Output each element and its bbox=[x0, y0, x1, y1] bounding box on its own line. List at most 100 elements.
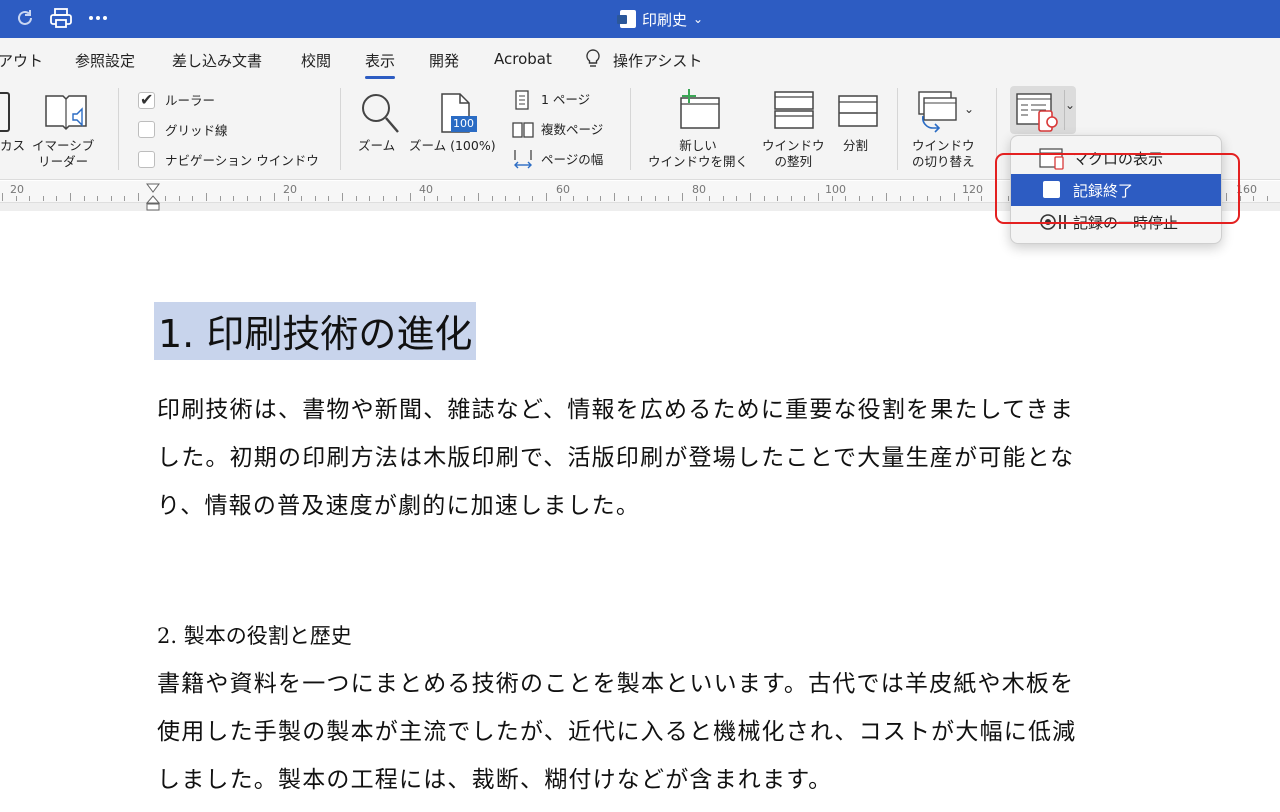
tab-developer[interactable]: 開発 bbox=[429, 50, 459, 71]
document-title[interactable]: 印刷史 ⌄ bbox=[617, 8, 703, 30]
ruler-tick bbox=[900, 196, 901, 201]
navigation-pane-checkbox[interactable] bbox=[138, 151, 155, 168]
gridlines-checkbox[interactable] bbox=[138, 121, 155, 138]
split-label[interactable]: 分割 bbox=[843, 138, 868, 154]
ruler-tick bbox=[233, 196, 234, 201]
indent-marker-icon[interactable] bbox=[145, 183, 161, 215]
ribbon-separator bbox=[340, 88, 341, 170]
ruler-tick bbox=[56, 196, 57, 201]
ruler-tick bbox=[940, 196, 941, 201]
ruler-number: 60 bbox=[556, 183, 570, 196]
new-window-label[interactable]: 新しい ウインドウを開く bbox=[648, 138, 748, 170]
ruler-tick bbox=[356, 196, 357, 201]
arrange-all-label[interactable]: ウインドウ の整列 bbox=[762, 138, 825, 170]
zoom-icon[interactable] bbox=[358, 90, 402, 140]
ruler-tick bbox=[274, 193, 275, 201]
ruler-tick bbox=[478, 193, 479, 201]
heading-2[interactable]: 2. 製本の役割と歴史 bbox=[157, 620, 352, 650]
immersive-reader-icon[interactable] bbox=[43, 92, 89, 138]
ruler-tick bbox=[492, 196, 493, 201]
tab-acrobat[interactable]: Acrobat bbox=[494, 50, 552, 68]
tab-view[interactable]: 表示 bbox=[365, 50, 396, 79]
macros-chevron-icon[interactable]: ⌄ bbox=[1065, 98, 1075, 112]
ruler-tick bbox=[29, 196, 30, 201]
paragraph-1[interactable]: 印刷技術は、書物や新聞、雑誌など、情報を広めるために重要な役割を果たしてきま し… bbox=[157, 386, 1167, 530]
switch-windows-icon[interactable] bbox=[915, 90, 961, 138]
focus-icon[interactable] bbox=[0, 92, 10, 132]
ruler-tick bbox=[111, 196, 112, 201]
one-page-label[interactable]: 1 ページ bbox=[541, 92, 590, 108]
redo-icon[interactable] bbox=[12, 6, 38, 30]
highlight-annotation bbox=[995, 153, 1240, 224]
switch-windows-chevron-icon[interactable]: ⌄ bbox=[964, 102, 974, 116]
ruler-tick bbox=[573, 196, 574, 201]
paragraph-line: しました。製本の工程には、裁断、糊付けなどが含まれます。 bbox=[157, 767, 833, 793]
ruler-tick bbox=[560, 196, 561, 201]
document-title-text: 印刷史 bbox=[642, 10, 688, 29]
macros-button[interactable]: ⌄ bbox=[1010, 86, 1076, 134]
ruler-tick bbox=[70, 193, 71, 201]
ruler-tick bbox=[410, 193, 411, 201]
ruler-tick bbox=[165, 196, 166, 201]
zoom-100-label[interactable]: ズーム (100%) bbox=[409, 138, 496, 154]
page-width-icon[interactable] bbox=[512, 148, 534, 174]
ruler-tick bbox=[859, 196, 860, 201]
tab-references[interactable]: 参照設定 bbox=[75, 50, 135, 71]
ruler-checkbox[interactable] bbox=[138, 90, 155, 109]
split-icon[interactable] bbox=[837, 94, 879, 132]
paragraph-line: した。初期の印刷方法は木版印刷で、活版印刷が登場したことで大量生産が可能とな bbox=[157, 445, 1075, 471]
paragraph-line: 書籍や資料を一つにまとめる技術のことを製本といいます。古代では羊皮紙や木板を bbox=[157, 671, 1075, 697]
switch-windows-label[interactable]: ウインドウ の切り替え bbox=[912, 138, 975, 170]
ruler-tick bbox=[84, 196, 85, 201]
zoom-label[interactable]: ズーム bbox=[358, 138, 395, 154]
multiple-pages-icon[interactable] bbox=[512, 122, 534, 142]
one-page-icon[interactable] bbox=[513, 90, 531, 114]
ruler-tick bbox=[954, 193, 955, 201]
print-icon[interactable] bbox=[48, 6, 74, 30]
ruler-tick bbox=[546, 193, 547, 201]
tab-layout[interactable]: アウト bbox=[0, 50, 43, 71]
ruler-number: 100 bbox=[825, 183, 846, 196]
immersive-reader-label[interactable]: イマーシブ リーダー bbox=[32, 138, 94, 170]
arrange-all-icon[interactable] bbox=[773, 90, 815, 134]
tab-mailings[interactable]: 差し込み文書 bbox=[172, 50, 262, 71]
paragraph-2[interactable]: 書籍や資料を一つにまとめる技術のことを製本といいます。古代では羊皮紙や木板を 使… bbox=[157, 660, 1167, 804]
ruler-tick bbox=[968, 196, 969, 201]
ruler-number: 20 bbox=[10, 183, 24, 196]
ruler-tick bbox=[288, 196, 289, 201]
ruler-number: 80 bbox=[692, 183, 706, 196]
word-icon bbox=[617, 10, 636, 28]
ruler-tick bbox=[777, 196, 778, 201]
ruler-label: ルーラー bbox=[165, 93, 216, 108]
page-width-label[interactable]: ページの幅 bbox=[541, 152, 603, 168]
multiple-pages-label[interactable]: 複数ページ bbox=[541, 122, 603, 138]
tab-tell-me[interactable]: 操作アシスト bbox=[613, 50, 702, 71]
focus-label[interactable]: カス bbox=[0, 138, 25, 154]
ruler-tick bbox=[655, 196, 656, 201]
ruler-tick bbox=[587, 196, 588, 201]
ribbon-separator bbox=[897, 88, 898, 170]
heading-1-selected[interactable]: 1. 印刷技術の進化 bbox=[154, 302, 477, 360]
ruler-tick bbox=[519, 196, 520, 201]
zoom-100-icon[interactable]: 100 bbox=[438, 92, 480, 138]
ruler-tick bbox=[369, 196, 370, 201]
ruler-tick bbox=[845, 196, 846, 201]
paragraph-line: 使用した手製の製本が主流でしたが、近代に入ると機械化され、コストが大幅に低減 bbox=[157, 719, 1077, 745]
document-canvas[interactable]: 1. 印刷技術の進化 印刷技術は、書物や新聞、雑誌など、情報を広めるために重要な… bbox=[0, 212, 1280, 812]
navigation-pane-label: ナビゲーション ウインドウ bbox=[165, 153, 319, 168]
ruler-tick bbox=[600, 196, 601, 201]
ruler-tick bbox=[532, 196, 533, 201]
tab-review[interactable]: 校閲 bbox=[301, 50, 331, 71]
ruler-tick bbox=[315, 196, 316, 201]
ruler-tick bbox=[2, 193, 3, 201]
lightbulb-icon bbox=[584, 48, 602, 74]
paragraph-line: り、情報の普及速度が劇的に加速しました。 bbox=[157, 493, 641, 519]
ruler-tick bbox=[464, 196, 465, 201]
ruler-tick bbox=[396, 196, 397, 201]
ruler-tick bbox=[192, 196, 193, 201]
ruler-tick bbox=[43, 196, 44, 201]
title-bar: 印刷史 ⌄ bbox=[0, 0, 1280, 38]
new-window-icon[interactable] bbox=[677, 88, 723, 134]
ruler-tick bbox=[247, 196, 248, 201]
more-icon[interactable] bbox=[85, 6, 111, 30]
